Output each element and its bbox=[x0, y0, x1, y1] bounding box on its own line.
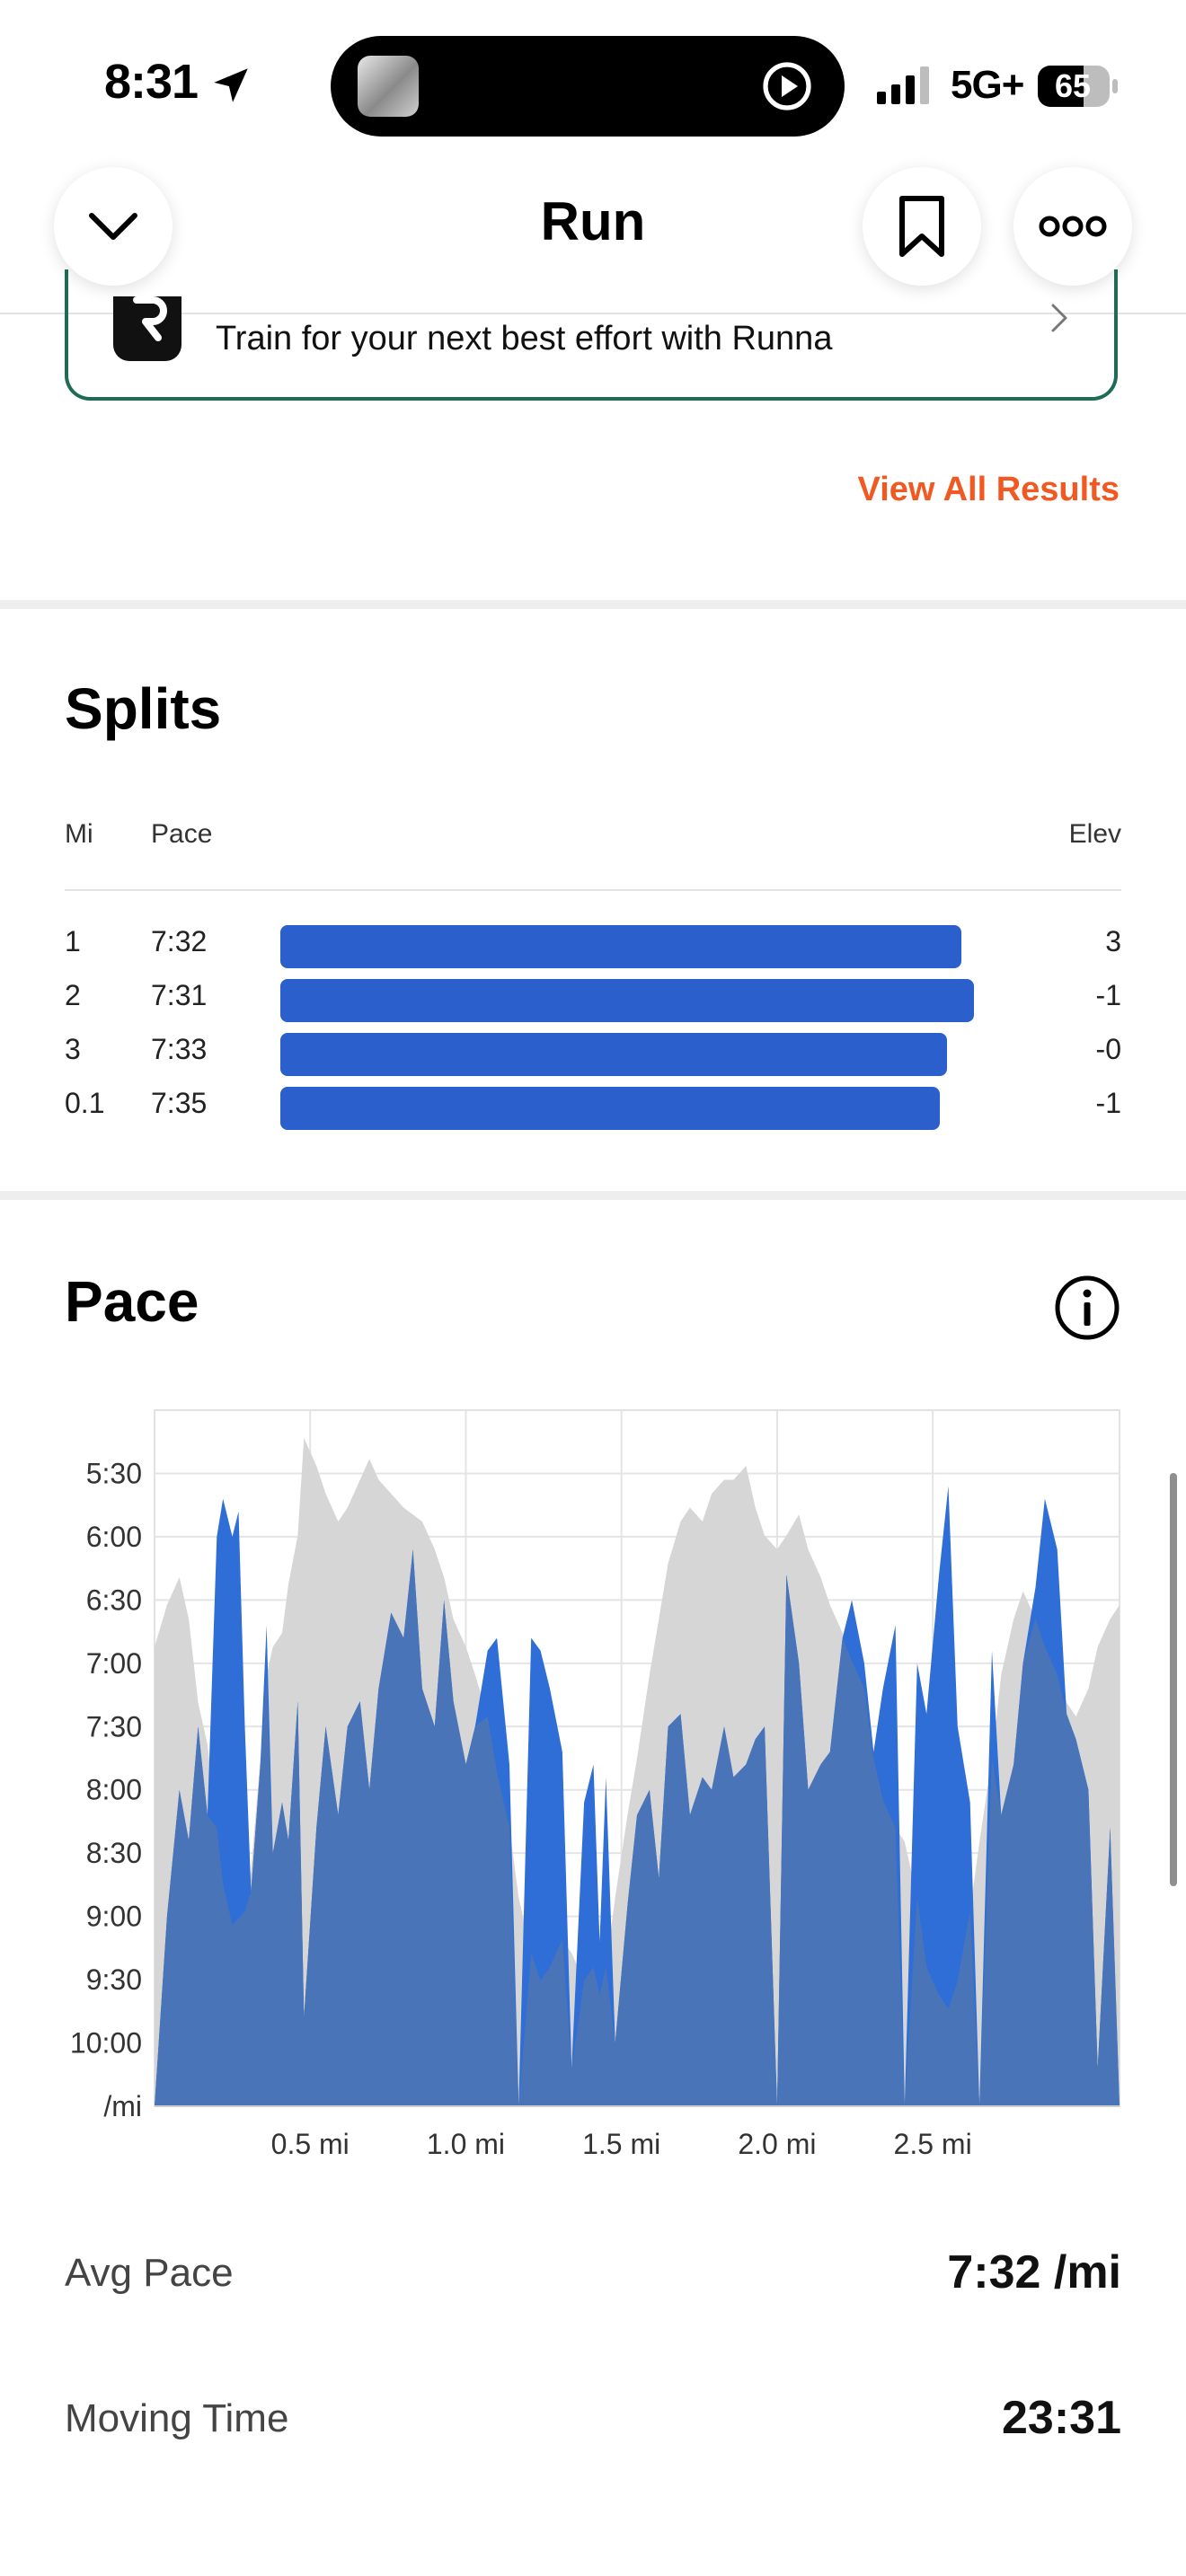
split-row: 3 7:33 -0 bbox=[0, 1024, 1186, 1078]
runna-logo-icon bbox=[113, 296, 181, 361]
section-divider bbox=[0, 600, 1186, 609]
moving-time-label: Moving Time bbox=[65, 2396, 289, 2440]
signal-bars-icon bbox=[877, 66, 929, 104]
page-title: Run bbox=[540, 191, 646, 251]
split-elevation: -1 bbox=[1095, 979, 1121, 1011]
splits-divider bbox=[65, 889, 1121, 891]
split-pace: 7:31 bbox=[151, 979, 208, 1011]
x-tick-label: 0.5 mi bbox=[271, 2128, 350, 2160]
split-row: 0.1 7:35 -1 bbox=[0, 1078, 1186, 1132]
x-tick-label: 2.0 mi bbox=[738, 2128, 816, 2160]
split-elevation: -1 bbox=[1095, 1087, 1121, 1119]
chevron-right-icon[interactable] bbox=[1046, 300, 1073, 336]
avg-pace-value: 7:32 /mi bbox=[947, 2246, 1121, 2298]
split-row: 1 7:32 3 bbox=[0, 916, 1186, 970]
x-tick-label: 1.0 mi bbox=[427, 2128, 505, 2160]
splits-title: Splits bbox=[65, 676, 222, 741]
split-pace: 7:32 bbox=[151, 925, 208, 957]
y-tick-label: 6:30 bbox=[86, 1584, 142, 1616]
split-mile: 2 bbox=[65, 979, 81, 1011]
more-button[interactable] bbox=[1013, 167, 1132, 286]
splits-header-elev: Elev bbox=[1068, 819, 1121, 849]
y-tick-label: 5:30 bbox=[86, 1457, 142, 1489]
splits-header-pace: Pace bbox=[151, 819, 213, 849]
view-all-results-link[interactable]: View All Results bbox=[858, 471, 1120, 509]
x-tick-label: 1.5 mi bbox=[582, 2128, 660, 2160]
y-tick-label: /mi bbox=[103, 2090, 142, 2122]
splits-header-mi: Mi bbox=[65, 819, 93, 849]
split-mile: 3 bbox=[65, 1033, 81, 1065]
status-time: 8:31 bbox=[104, 55, 199, 109]
split-elevation: -0 bbox=[1095, 1033, 1121, 1065]
play-icon[interactable] bbox=[760, 59, 814, 113]
runna-promo-text: Train for your next best effort with Run… bbox=[216, 320, 833, 357]
split-pace: 7:35 bbox=[151, 1087, 208, 1119]
split-mile: 0.1 bbox=[65, 1087, 105, 1119]
x-tick-label: 2.5 mi bbox=[894, 2128, 972, 2160]
more-dots-icon bbox=[1039, 216, 1107, 237]
y-tick-label: 7:00 bbox=[86, 1647, 142, 1680]
y-tick-label: 8:00 bbox=[86, 1774, 142, 1806]
y-tick-label: 9:30 bbox=[86, 1963, 142, 1996]
split-pace-bar bbox=[280, 979, 974, 1022]
network-label: 5G+ bbox=[951, 63, 1024, 107]
section-divider bbox=[0, 1191, 1186, 1200]
split-pace-bar bbox=[280, 1033, 947, 1076]
now-playing-thumbnail bbox=[358, 56, 419, 117]
split-elevation: 3 bbox=[1105, 925, 1121, 957]
y-tick-label: 8:30 bbox=[86, 1837, 142, 1869]
avg-pace-label: Avg Pace bbox=[65, 2251, 234, 2295]
split-pace-bar bbox=[280, 1087, 940, 1130]
scrollbar[interactable] bbox=[1170, 1473, 1177, 1886]
y-tick-label: 7:30 bbox=[86, 1710, 142, 1742]
battery-level: 65 bbox=[1054, 67, 1092, 104]
location-arrow-icon bbox=[214, 68, 248, 102]
split-row: 2 7:31 -1 bbox=[0, 970, 1186, 1024]
y-tick-label: 10:00 bbox=[70, 2027, 142, 2060]
bookmark-icon bbox=[899, 196, 944, 257]
split-mile: 1 bbox=[65, 925, 81, 957]
info-icon[interactable] bbox=[1053, 1274, 1121, 1342]
y-tick-label: 6:00 bbox=[86, 1521, 142, 1553]
moving-time-value: 23:31 bbox=[1002, 2392, 1121, 2444]
bookmark-button[interactable] bbox=[863, 167, 981, 286]
pace-chart: 5:30 6:00 6:30 7:00 7:30 8:00 8:30 9:00 9:30 10:0… bbox=[70, 1409, 1120, 2160]
pace-title: Pace bbox=[65, 1269, 199, 1334]
y-tick-label: 9:00 bbox=[86, 1901, 142, 1933]
split-pace-bar bbox=[280, 925, 961, 968]
split-pace: 7:33 bbox=[151, 1033, 208, 1065]
